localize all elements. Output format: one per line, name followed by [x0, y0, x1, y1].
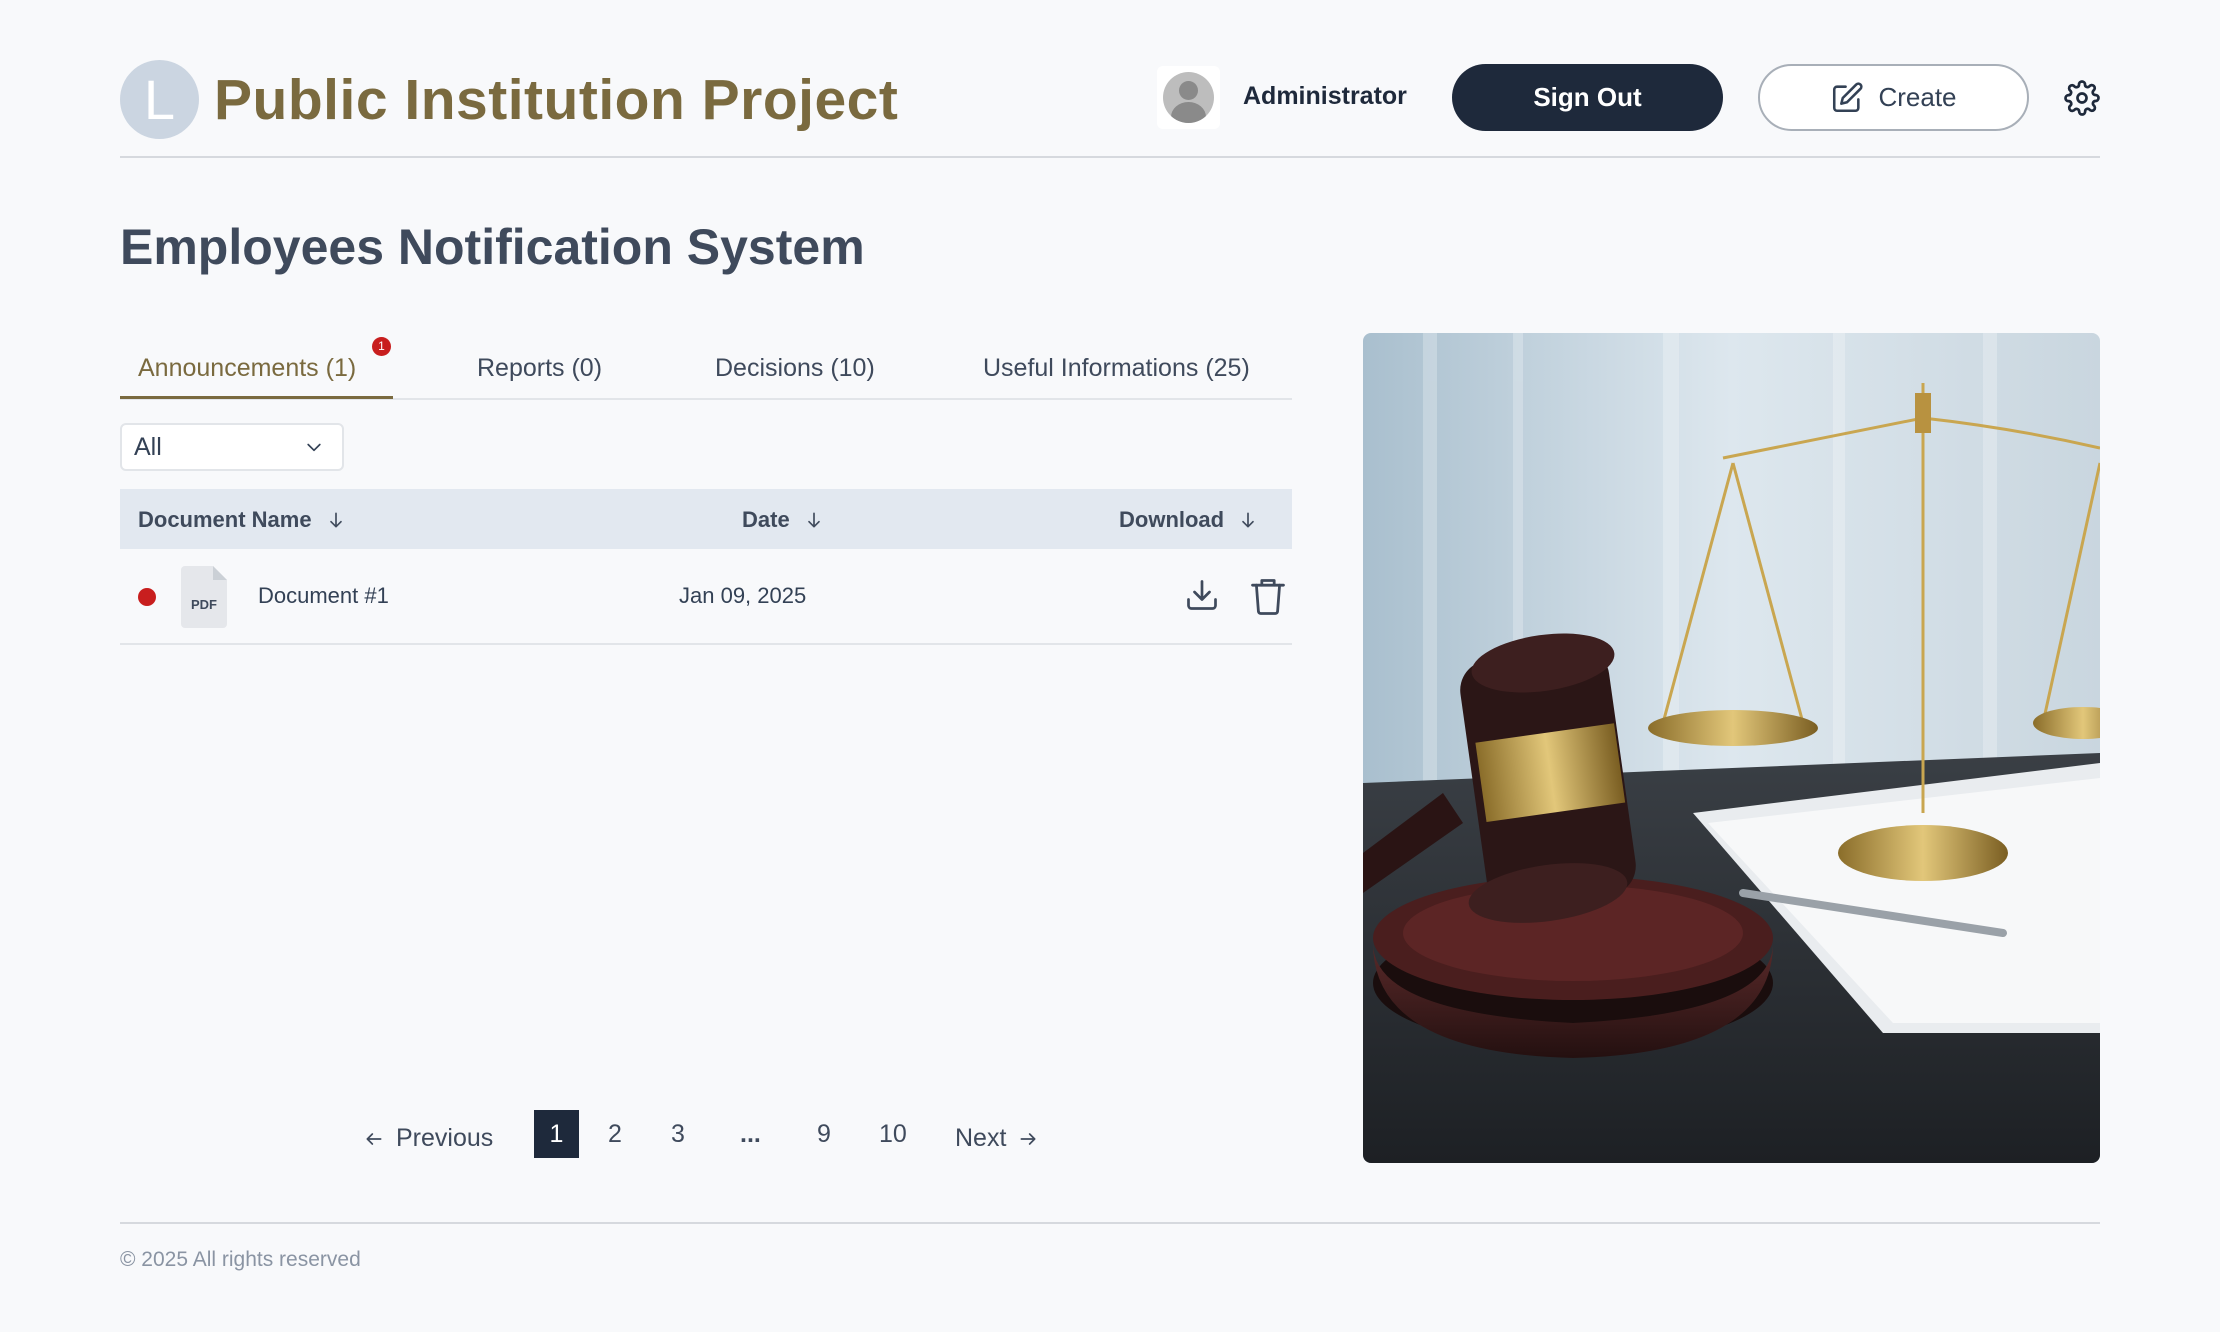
column-header-document-name[interactable]: Document Name [138, 507, 346, 533]
sign-out-button[interactable]: Sign Out [1452, 64, 1723, 131]
arrow-left-icon [366, 1132, 382, 1145]
tab-decisions[interactable]: Decisions (10) [715, 354, 875, 383]
header: L Public Institution Project Administrat… [120, 58, 2100, 158]
trash-icon[interactable] [1251, 577, 1285, 615]
tab-useful-informations[interactable]: Useful Informations (25) [983, 354, 1250, 383]
create-button-label: Create [1878, 82, 1957, 112]
arrow-down-icon [807, 512, 820, 528]
active-tab-indicator [120, 396, 393, 399]
notification-badge: 1 [372, 337, 391, 356]
page-ellipsis: ... [740, 1120, 761, 1148]
pdf-file-icon: PDF [181, 566, 227, 628]
arrow-down-icon [1242, 512, 1254, 528]
page-title: Employees Notification System [120, 219, 865, 275]
justice-gavel-photo [1363, 333, 2100, 1163]
avatar[interactable] [1157, 66, 1220, 129]
user-name: Administrator [1243, 82, 1407, 110]
footer-divider [120, 1222, 2100, 1224]
tab-bar: Announcements (1) 1 Reports (0) Decision… [120, 332, 1292, 400]
download-icon[interactable] [1184, 577, 1220, 613]
create-button[interactable]: Create [1758, 64, 2029, 131]
column-label: Document Name [138, 507, 312, 532]
edit-icon [1833, 81, 1864, 112]
footer-copyright: © 2025 All rights reserved [120, 1248, 361, 1271]
column-header-date[interactable]: Date [742, 507, 824, 533]
page: L Public Institution Project Administrat… [0, 0, 2220, 1332]
file-type-label: PDF [191, 597, 217, 612]
filter-select[interactable]: All [120, 423, 344, 471]
arrow-right-icon [1020, 1132, 1036, 1145]
tab-announcements[interactable]: Announcements (1) [138, 354, 356, 383]
page-9-button[interactable]: 9 [817, 1120, 831, 1149]
page-2-button[interactable]: 2 [608, 1120, 622, 1149]
page-1-button[interactable]: 1 [534, 1110, 579, 1158]
pagination: Previous 1 2 3 ... 9 10 Next [0, 1110, 1292, 1160]
next-page-button[interactable]: Next [955, 1124, 1038, 1153]
gear-icon[interactable] [2064, 80, 2100, 116]
column-header-download[interactable]: Download [1119, 507, 1258, 533]
user-avatar-icon [1163, 72, 1214, 123]
table-header: Document Name Date Download [120, 489, 1292, 549]
page-10-button[interactable]: 10 [879, 1120, 907, 1149]
document-date: Jan 09, 2025 [679, 583, 807, 608]
unread-dot [138, 588, 156, 606]
app-title: Public Institution Project [214, 68, 899, 132]
column-label: Download [1119, 507, 1225, 532]
next-label: Next [955, 1124, 1007, 1152]
filter-selected-value: All [134, 433, 162, 461]
page-3-button[interactable]: 3 [671, 1120, 685, 1149]
app-logo[interactable]: L [120, 60, 199, 139]
previous-page-button[interactable]: Previous [364, 1124, 493, 1153]
table-row[interactable]: PDF Document #1 Jan 09, 2025 [120, 549, 1292, 645]
chevron-down-icon [307, 443, 321, 452]
arrow-down-icon [329, 512, 342, 528]
tab-reports[interactable]: Reports (0) [477, 354, 602, 383]
document-name[interactable]: Document #1 [258, 583, 389, 609]
column-label: Date [742, 507, 790, 532]
previous-label: Previous [396, 1124, 494, 1152]
